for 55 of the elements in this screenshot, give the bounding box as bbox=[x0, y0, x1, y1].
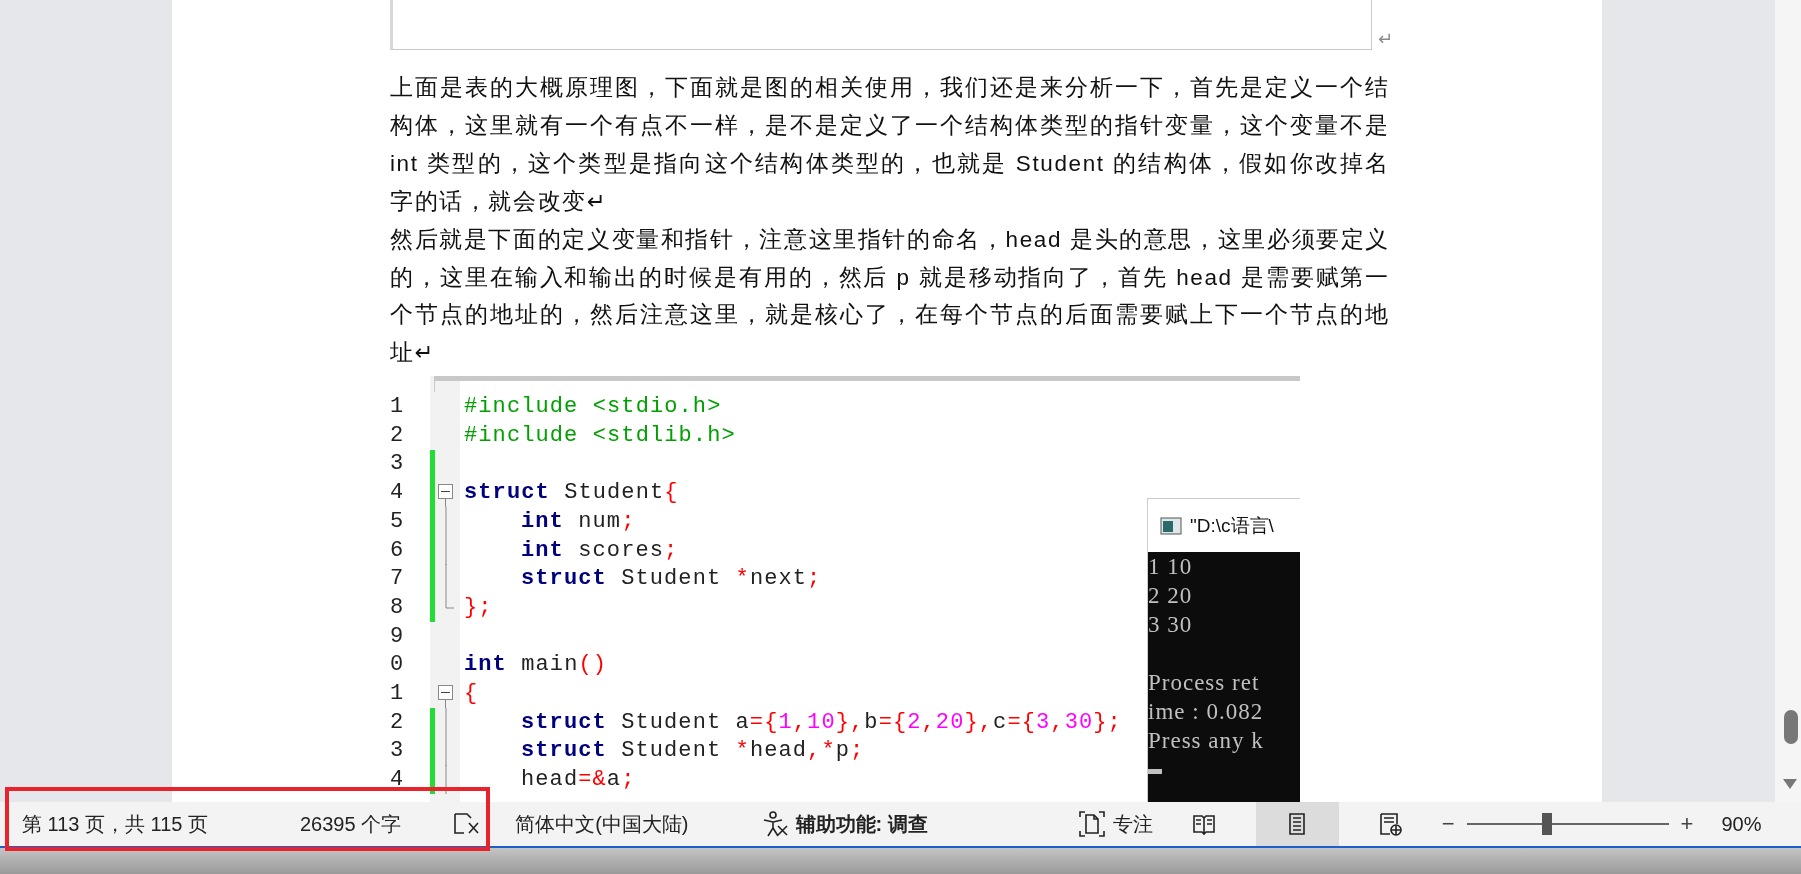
console-line: 2 20 bbox=[1148, 582, 1194, 611]
paragraph: 上面是表的大概原理图，下面就是图的相关使用，我们还是来分析一下，首先是定义一个结构体，这里就有一个有点不一样，是不是定义了一个结构体类型的指针变量，这个变量不是 int 类型的，这个类型是指向这个结构体类型的，也就是 Student 的结构体，假如你改掉名字的话，就会改变↵ bbox=[390, 74, 1390, 216]
line-number: 1 bbox=[390, 394, 405, 420]
console-line: 1 10 bbox=[1148, 553, 1194, 582]
code-line: #include <stdio.h> bbox=[464, 394, 722, 420]
zoom-out-button[interactable]: − bbox=[1437, 811, 1459, 837]
view-button[interactable] bbox=[1255, 802, 1339, 846]
console-icon bbox=[1160, 516, 1182, 535]
code-line: { bbox=[464, 680, 479, 706]
fold-icon[interactable] bbox=[438, 484, 454, 508]
paragraph: 然后就是下面的定义变量和指针，注意这里指针的命名，head 是头的意思，这里必须要定义的，这里在输入和输出的时候是有用的，然后 p 就是移动指向了，首先 head 是需要赋第一个节点的地址的，然后注意这里，就是核心了，在每个节点的后面需要赋上下一个节点的地址↵ bbox=[390, 225, 1390, 368]
code-line: }; bbox=[464, 594, 493, 620]
code-line: int num; bbox=[520, 508, 636, 534]
console-line: 3 30 bbox=[1148, 611, 1194, 640]
console-line: Process ret bbox=[1148, 669, 1261, 698]
code-line: head=&a; bbox=[520, 767, 636, 793]
code-line: int main() bbox=[464, 652, 608, 678]
line-number: 9 bbox=[390, 623, 405, 649]
line-number: 4 bbox=[390, 767, 405, 793]
focus-icon[interactable] bbox=[1077, 810, 1106, 838]
line-number: 3 bbox=[390, 451, 405, 477]
language[interactable]: 简体中文(中国大陆) bbox=[515, 810, 689, 838]
page-count[interactable]: 第 113 页，共 115 页 bbox=[22, 810, 208, 838]
proofing-icon[interactable] bbox=[452, 811, 481, 837]
line-number: 2 bbox=[390, 709, 405, 735]
zoom-level[interactable]: 90% bbox=[1721, 812, 1762, 836]
line-number: 4 bbox=[390, 480, 405, 506]
focus-mode[interactable]: 专注 bbox=[1112, 810, 1153, 838]
scroll-down-icon[interactable] bbox=[1782, 778, 1798, 790]
code-line: #include <stdlib.h> bbox=[464, 422, 736, 448]
window-title: "D:\c语言\ bbox=[1190, 513, 1274, 538]
code-line: struct Student *next; bbox=[520, 566, 822, 592]
zoom-thumb[interactable] bbox=[1542, 813, 1553, 835]
line-number: 6 bbox=[390, 537, 405, 563]
web-page-icon bbox=[1377, 811, 1404, 837]
line-number: 8 bbox=[390, 594, 405, 620]
paragraph-mark: ↵ bbox=[1378, 28, 1394, 50]
line-number: 1 bbox=[390, 680, 405, 706]
scrollbar[interactable] bbox=[1775, 0, 1801, 802]
line-number: 7 bbox=[390, 566, 405, 592]
code-line: struct Student a={1,10},b={2,20},c={3,30}; bbox=[520, 709, 1122, 735]
zoom-in-button[interactable]: + bbox=[1676, 811, 1698, 837]
word-count[interactable]: 26395 个字 bbox=[300, 810, 402, 838]
code-line: int scores; bbox=[520, 537, 679, 563]
fold-icon[interactable] bbox=[438, 685, 454, 709]
console-line: ime : 0.082 bbox=[1148, 698, 1265, 727]
line-number: 3 bbox=[390, 738, 405, 764]
line-number: 5 bbox=[390, 508, 405, 534]
line-number: 0 bbox=[390, 652, 405, 678]
console-line: Press any k bbox=[1148, 727, 1265, 756]
code-line: struct Student{ bbox=[464, 480, 679, 506]
code-line: struct Student *head,*p; bbox=[520, 738, 865, 764]
accessibility-status[interactable]: 辅助功能: 调查 bbox=[795, 810, 928, 838]
line-number: 2 bbox=[390, 422, 405, 448]
scroll-thumb[interactable] bbox=[1784, 710, 1798, 744]
